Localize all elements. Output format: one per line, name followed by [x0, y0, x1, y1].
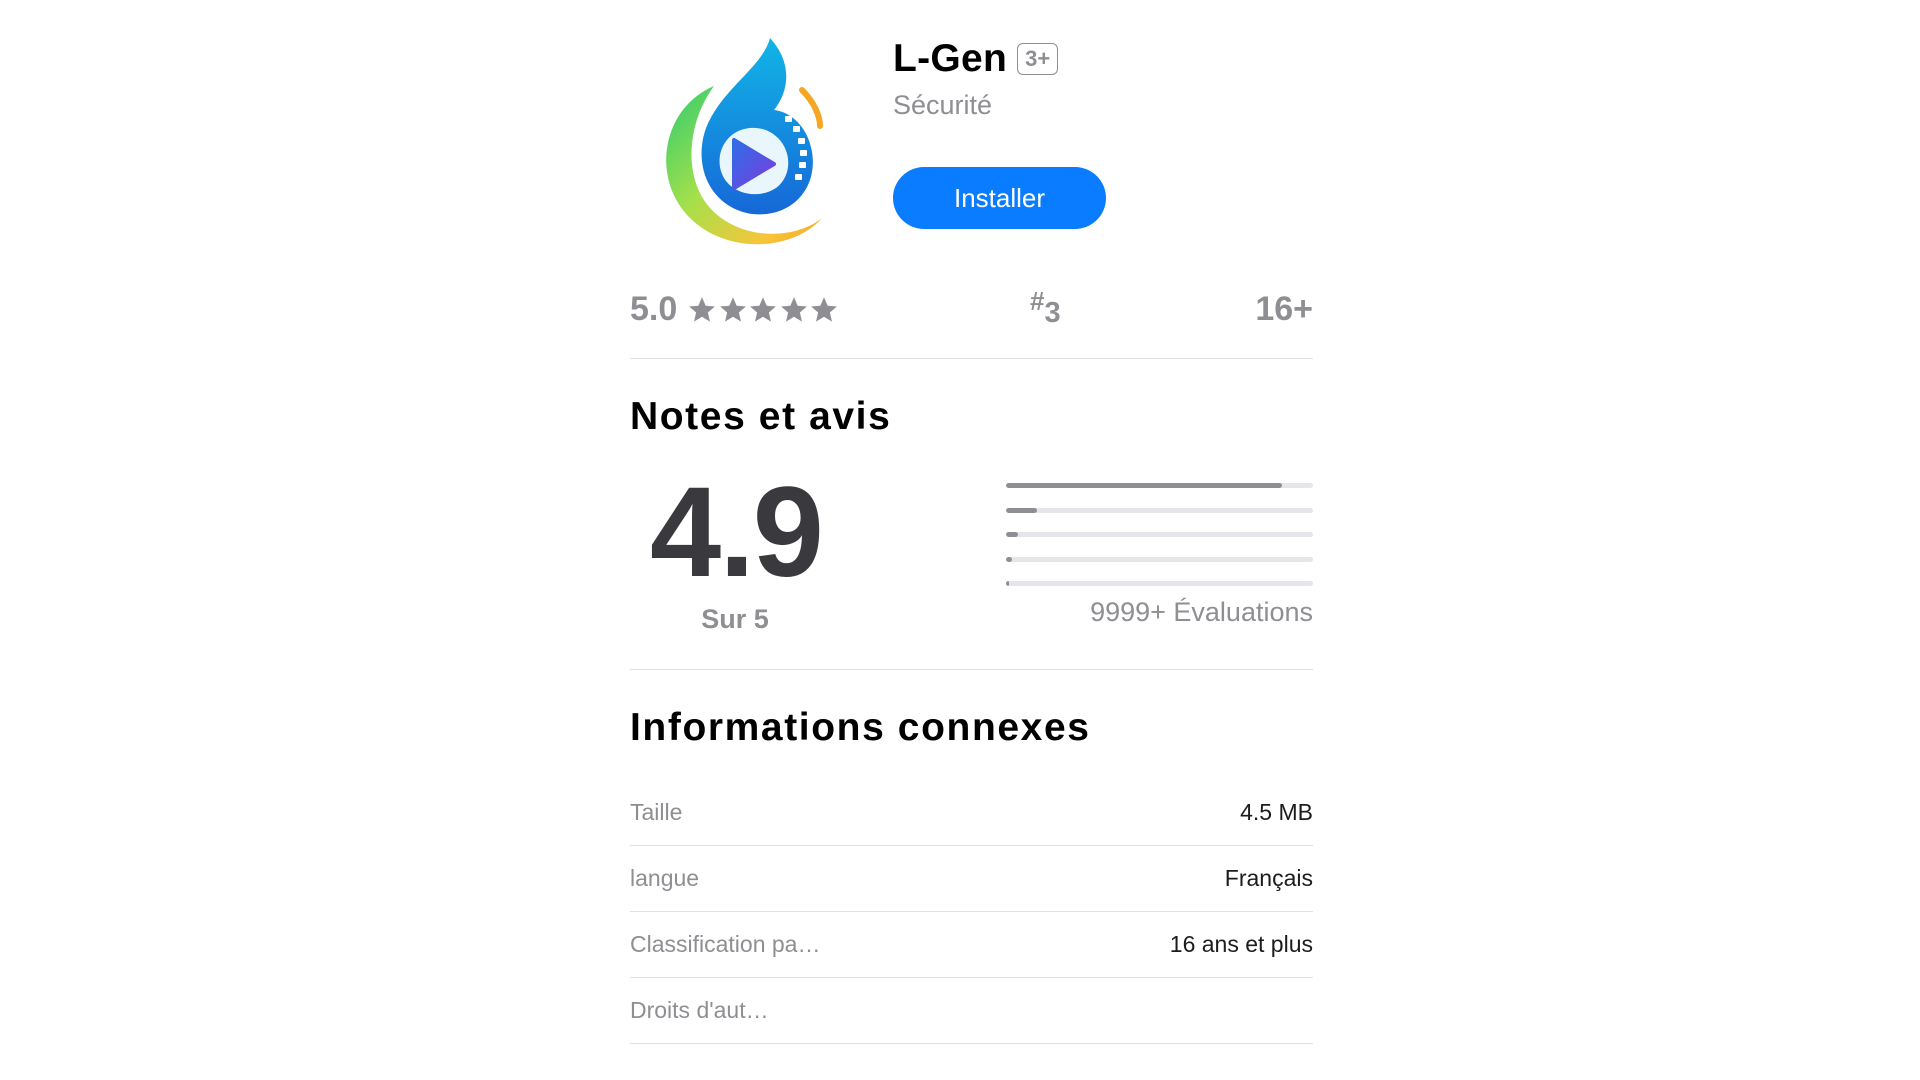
rank-symbol: #	[1030, 286, 1045, 316]
ratings-title[interactable]: Notes et avis	[630, 395, 891, 439]
rating-distribution	[1006, 483, 1313, 606]
app-header: L-Gen 3+ Sécurité Installer	[630, 20, 1313, 260]
rating-bar	[1006, 483, 1313, 488]
stat-rating-value: 5.0	[630, 290, 678, 328]
star-icon	[750, 296, 777, 322]
stat-rating: 5.0	[630, 290, 840, 329]
info-row-size: Taille 4.5 MB	[630, 780, 1313, 846]
star-icon	[689, 296, 716, 322]
stats-row: 5.0 #3 16+	[630, 260, 1313, 359]
info-label: Classification pa…	[630, 931, 821, 957]
app-page: L-Gen 3+ Sécurité Installer 5.0 #3 16+ N…	[630, 0, 1313, 1044]
rating-bar	[1006, 556, 1313, 562]
star-icon	[719, 296, 746, 322]
info-row-copyright[interactable]: Droits d'aut…	[630, 978, 1313, 1044]
rating-bar-fill	[1006, 581, 1010, 586]
rating-bar	[1006, 581, 1313, 586]
info-label: Taille	[630, 799, 683, 825]
info-label: langue	[630, 865, 700, 891]
app-title-row: L-Gen 3+	[893, 37, 1059, 81]
info-list: Taille 4.5 MB langue Français Classifica…	[630, 780, 1313, 1044]
age-badge: 3+	[1017, 43, 1059, 75]
out-of-label: Sur 5	[701, 604, 769, 634]
rating-bar-fill	[1006, 507, 1037, 513]
star-icon	[811, 296, 838, 322]
rating-bar-fill	[1006, 556, 1013, 562]
install-button[interactable]: Installer	[893, 167, 1106, 229]
rating-bar-fill	[1006, 532, 1019, 537]
info-value: Français	[1224, 865, 1313, 891]
ratings-section: Notes et avis 4.9 Sur 5 9999+ Évaluation…	[630, 359, 1313, 670]
app-logo-icon	[666, 38, 823, 245]
info-title: Informations connexes	[630, 706, 1091, 749]
average-score: 4.9	[650, 461, 824, 604]
info-value: 16 ans et plus	[1169, 931, 1313, 957]
rating-bar	[1006, 507, 1313, 513]
rating-bar-fill	[1006, 483, 1283, 488]
star-rating	[687, 295, 840, 325]
star-icon	[780, 296, 807, 322]
rank-value: 3	[1044, 297, 1061, 329]
app-category[interactable]: Sécurité	[893, 90, 992, 121]
rating-count: 9999+ Évaluations	[1090, 597, 1313, 627]
rating-bar	[1006, 532, 1313, 537]
app-name: L-Gen	[893, 37, 1008, 80]
info-label: Droits d'aut…	[630, 997, 769, 1023]
stat-rank: #3	[1030, 286, 1061, 330]
info-value: 4.5 MB	[1240, 799, 1313, 825]
info-section: Informations connexes Taille 4.5 MB lang…	[630, 670, 1313, 1044]
info-row-language[interactable]: langue Français	[630, 846, 1313, 912]
info-row-age-rating[interactable]: Classification pa… 16 ans et plus	[630, 912, 1313, 978]
stat-age: 16+	[1255, 290, 1313, 328]
